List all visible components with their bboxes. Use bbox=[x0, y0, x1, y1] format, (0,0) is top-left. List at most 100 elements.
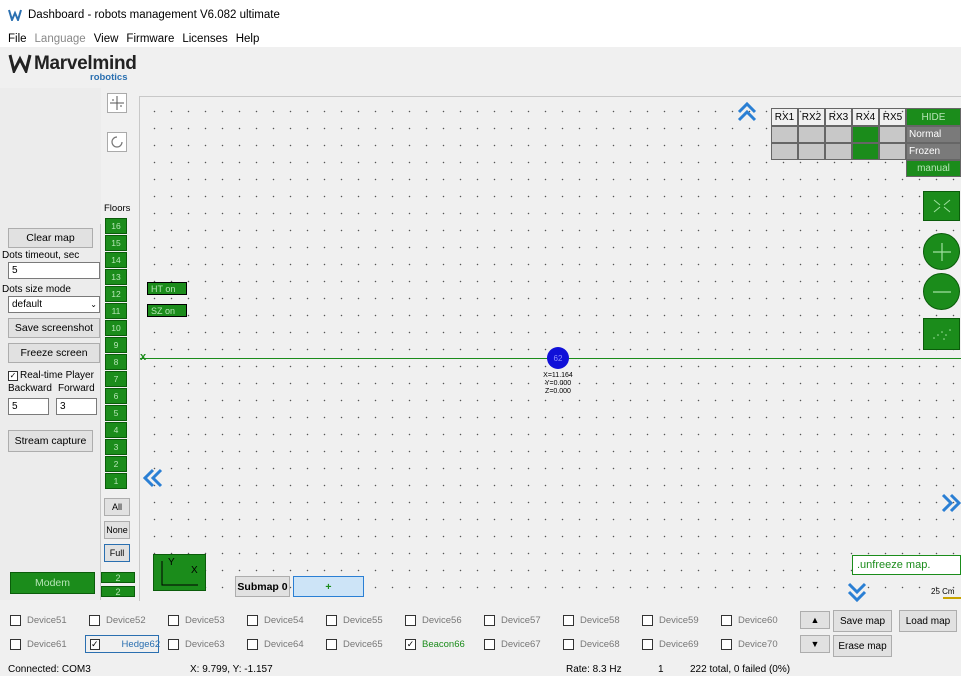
device-checkbox-device55[interactable]: Device55 bbox=[322, 611, 396, 629]
checkbox-unchecked-icon bbox=[89, 614, 100, 626]
rx-cell[interactable] bbox=[771, 126, 798, 143]
rx-cell[interactable] bbox=[798, 126, 825, 143]
rx3-header[interactable]: RX3 bbox=[825, 108, 852, 126]
axes-y-label: Y bbox=[168, 557, 175, 568]
device-checkbox-device60[interactable]: Device60 bbox=[717, 611, 791, 629]
rx-cell[interactable] bbox=[879, 143, 906, 160]
device-checkbox-device51[interactable]: Device51 bbox=[6, 611, 80, 629]
floors-none-button[interactable]: None bbox=[104, 521, 130, 539]
rx-cell[interactable] bbox=[825, 126, 852, 143]
manual-mode-button[interactable]: manual bbox=[906, 160, 961, 177]
floor-10-button[interactable]: 10 bbox=[105, 320, 127, 336]
clear-map-button[interactable]: Clear map bbox=[8, 228, 93, 248]
floor-7-button[interactable]: 7 bbox=[105, 371, 127, 387]
cursor-coords: X: 9.799, Y: -1.157 bbox=[190, 664, 273, 675]
floor-16-button[interactable]: 16 bbox=[105, 218, 127, 234]
add-axis-icon[interactable] bbox=[107, 93, 127, 113]
device-checkbox-device59[interactable]: Device59 bbox=[638, 611, 712, 629]
device-checkbox-device67[interactable]: Device67 bbox=[480, 635, 554, 653]
normal-mode-button[interactable]: Normal bbox=[906, 126, 961, 143]
floor-4-button[interactable]: 4 bbox=[105, 422, 127, 438]
floor-12-button[interactable]: 12 bbox=[105, 286, 127, 302]
rx-cell-active[interactable] bbox=[852, 126, 879, 143]
save-screenshot-button[interactable]: Save screenshot bbox=[8, 318, 100, 338]
floor-8-button[interactable]: 8 bbox=[105, 354, 127, 370]
device-checkbox-device69[interactable]: Device69 bbox=[638, 635, 712, 653]
hide-button[interactable]: HIDE bbox=[906, 108, 961, 126]
floor-15-button[interactable]: 15 bbox=[105, 235, 127, 251]
menu-view[interactable]: View bbox=[94, 33, 119, 45]
device-checkbox-device68[interactable]: Device68 bbox=[559, 635, 633, 653]
device-checkbox-device52[interactable]: Device52 bbox=[85, 611, 159, 629]
submap-0-button[interactable]: Submap 0 bbox=[235, 576, 290, 597]
frozen-mode-button[interactable]: Frozen bbox=[906, 143, 961, 160]
device-checkbox-hedge62[interactable]: ✓ Hedge62 bbox=[85, 635, 161, 653]
device-label: Hedge62 bbox=[121, 638, 161, 650]
ht-on-toggle[interactable]: HT on bbox=[147, 282, 187, 295]
zoom-out-icon[interactable] bbox=[923, 273, 960, 310]
device-checkbox-beacon66[interactable]: ✓ Beacon66 bbox=[401, 635, 475, 653]
load-map-button[interactable]: Load map bbox=[899, 610, 957, 632]
rx-cell-active[interactable] bbox=[852, 143, 879, 160]
scroll-devices-up-button[interactable]: ▲ bbox=[800, 611, 830, 629]
save-map-button[interactable]: Save map bbox=[833, 610, 892, 632]
rx5-header[interactable]: RX5 bbox=[879, 108, 906, 126]
rotate-icon[interactable] bbox=[107, 132, 127, 152]
zoom-fit-icon[interactable] bbox=[923, 191, 960, 221]
dots-view-icon[interactable] bbox=[923, 318, 960, 350]
rx1-header[interactable]: RX1 bbox=[771, 108, 798, 126]
backward-input[interactable]: 5 bbox=[8, 398, 49, 415]
device-checkbox-device65[interactable]: Device65 bbox=[322, 635, 396, 653]
device-checkbox-device70[interactable]: Device70 bbox=[717, 635, 791, 653]
dots-size-select[interactable]: default ⌄ bbox=[8, 296, 100, 313]
device-checkbox-device53[interactable]: Device53 bbox=[164, 611, 238, 629]
hedge-beacon-marker[interactable]: 62 bbox=[547, 347, 569, 369]
add-submap-button[interactable]: + bbox=[293, 576, 364, 597]
floor-11-button[interactable]: 11 bbox=[105, 303, 127, 319]
realtime-player-checkbox[interactable]: ✓ Real-time Player bbox=[8, 370, 94, 381]
zoom-in-icon[interactable] bbox=[923, 233, 960, 270]
scroll-up-icon[interactable] bbox=[736, 101, 758, 126]
device-checkbox-device56[interactable]: Device56 bbox=[401, 611, 475, 629]
unfreeze-map-button[interactable]: .unfreeze map. bbox=[852, 555, 961, 575]
rx-cell[interactable] bbox=[879, 126, 906, 143]
rx-cell[interactable] bbox=[825, 143, 852, 160]
device-checkbox-device61[interactable]: Device61 bbox=[6, 635, 80, 653]
device-checkbox-device54[interactable]: Device54 bbox=[243, 611, 317, 629]
device-label: Device55 bbox=[343, 614, 383, 626]
forward-input[interactable]: 3 bbox=[56, 398, 97, 415]
menu-file[interactable]: File bbox=[8, 33, 27, 45]
device-checkbox-device58[interactable]: Device58 bbox=[559, 611, 633, 629]
floor-9-button[interactable]: 9 bbox=[105, 337, 127, 353]
rx4-header[interactable]: RX4 bbox=[852, 108, 879, 126]
floor-1-button[interactable]: 1 bbox=[105, 473, 127, 489]
scroll-devices-down-button[interactable]: ▼ bbox=[800, 635, 830, 653]
triangle-down-icon: ▼ bbox=[810, 639, 820, 649]
scroll-left-icon[interactable] bbox=[142, 467, 164, 492]
menu-help[interactable]: Help bbox=[236, 33, 260, 45]
scroll-right-icon[interactable] bbox=[940, 492, 961, 517]
freeze-screen-button[interactable]: Freeze screen bbox=[8, 343, 100, 363]
floor-14-button[interactable]: 14 bbox=[105, 252, 127, 268]
floor-3-button[interactable]: 3 bbox=[105, 439, 127, 455]
sz-on-toggle[interactable]: SZ on bbox=[147, 304, 187, 317]
menu-licenses[interactable]: Licenses bbox=[182, 33, 227, 45]
dots-timeout-input[interactable]: 5 bbox=[8, 262, 100, 279]
menu-firmware[interactable]: Firmware bbox=[126, 33, 174, 45]
floor-13-button[interactable]: 13 bbox=[105, 269, 127, 285]
rx-cell[interactable] bbox=[798, 143, 825, 160]
floor-2-button[interactable]: 2 bbox=[105, 456, 127, 472]
floors-all-button[interactable]: All bbox=[104, 498, 130, 516]
device-checkbox-device57[interactable]: Device57 bbox=[480, 611, 554, 629]
rx2-header[interactable]: RX2 bbox=[798, 108, 825, 126]
erase-map-button[interactable]: Erase map bbox=[833, 635, 892, 657]
modem-button[interactable]: Modem bbox=[10, 572, 95, 594]
stream-capture-button[interactable]: Stream capture bbox=[8, 430, 93, 452]
floors-full-button[interactable]: Full bbox=[104, 544, 130, 562]
rx-cell[interactable] bbox=[771, 143, 798, 160]
device-checkbox-device63[interactable]: Device63 bbox=[164, 635, 238, 653]
floor-5-button[interactable]: 5 bbox=[105, 405, 127, 421]
axes-orientation-button[interactable]: Y X bbox=[153, 554, 206, 591]
floor-6-button[interactable]: 6 bbox=[105, 388, 127, 404]
device-checkbox-device64[interactable]: Device64 bbox=[243, 635, 317, 653]
